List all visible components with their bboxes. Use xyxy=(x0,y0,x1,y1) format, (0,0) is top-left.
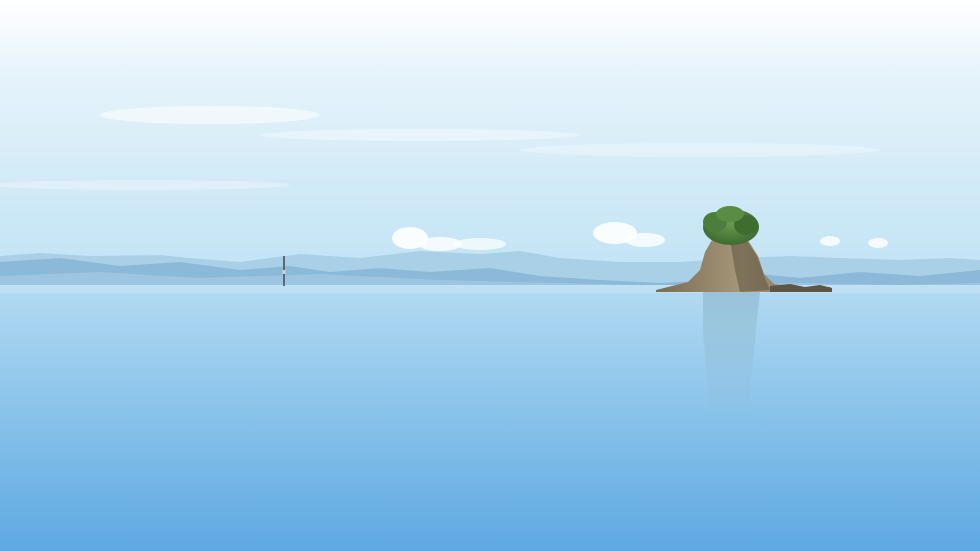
cloud-streak xyxy=(520,143,880,157)
cloud-puff xyxy=(868,238,888,248)
cloud-streak xyxy=(100,106,320,124)
seascape-illustration xyxy=(0,0,980,551)
cloud-puff xyxy=(454,238,506,250)
cloud-puff xyxy=(820,236,840,246)
sea xyxy=(0,285,980,551)
cloud-puff xyxy=(625,233,665,247)
cloud-streak xyxy=(0,180,290,190)
cloud-streak xyxy=(260,129,580,141)
tree-canopy xyxy=(716,206,744,222)
sea-shimmer xyxy=(0,285,980,293)
photo-seascape xyxy=(0,0,980,551)
